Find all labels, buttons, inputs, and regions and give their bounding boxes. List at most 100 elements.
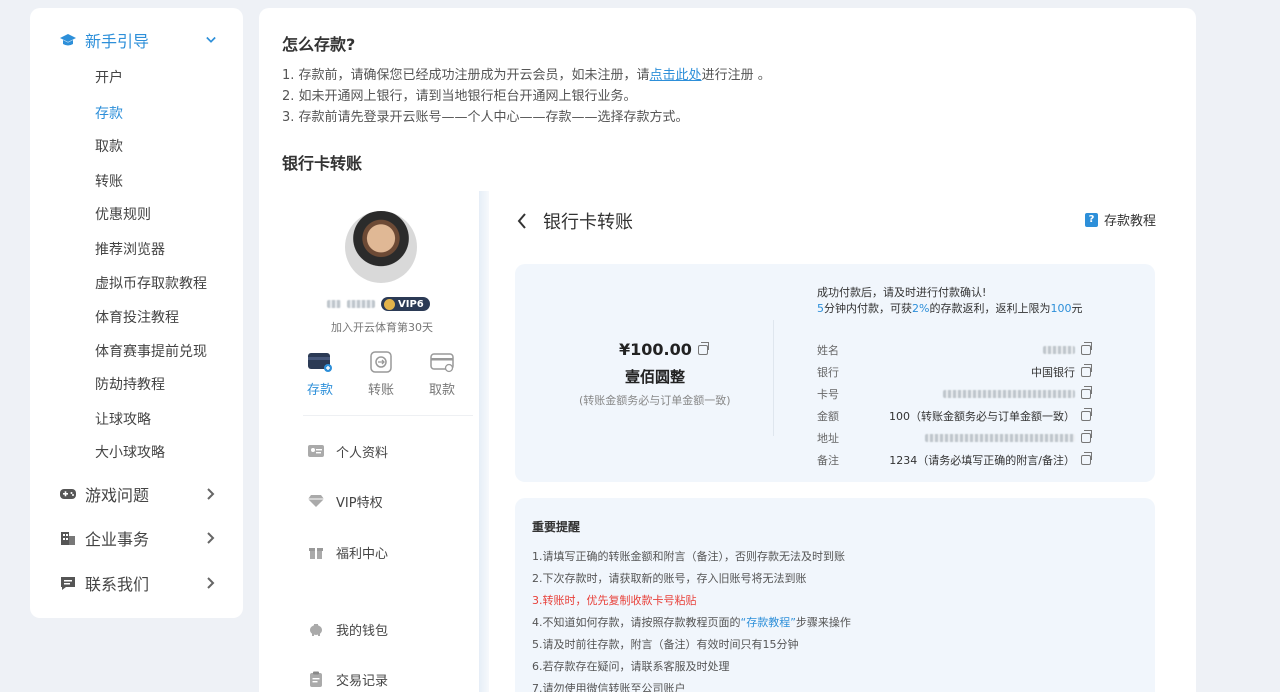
nav-group-label: 企业事务 (85, 530, 150, 549)
question-icon: ? (1085, 212, 1098, 227)
field-name: 姓名 (817, 342, 1092, 358)
reminder-item: 4.不知道如何存款，请按照存款教程页面的“存款教程”步骤来操作 (532, 614, 851, 630)
nav-group-label: 联系我们 (85, 575, 150, 594)
amount-value: ¥100.00 (619, 340, 692, 359)
step-text: 1. 存款前，请确保您已经成功注册成为开云会员，如未注册，请 (282, 68, 650, 83)
field-address: 地址 (817, 430, 1092, 446)
nav-group-contact[interactable]: 联系我们 (58, 568, 216, 598)
field-remark: 备注 1234（请务必填写正确的附言/备注） (817, 452, 1092, 468)
sidebar-item-promo-rules[interactable]: 优惠规则 (95, 205, 151, 225)
copy-icon[interactable] (697, 341, 709, 355)
copy-icon[interactable] (1081, 386, 1092, 399)
quick-action-label: 存款 (306, 383, 333, 398)
copy-icon[interactable] (1081, 452, 1092, 465)
nav-group-beginner-guide[interactable]: 新手引导 (58, 25, 216, 55)
menu-item-profile[interactable]: 个人资料 (307, 441, 388, 461)
step-text: 进行注册 。 (701, 68, 771, 83)
masked-username (347, 300, 375, 308)
rebate-text: 分钟内付款，可获 (824, 302, 912, 315)
rebate-text: 的存款返利，返利上限为 (929, 302, 1051, 315)
chevron-right-icon (206, 488, 216, 500)
sidebar-item-cash-out[interactable]: 体育赛事提前兑现 (95, 342, 207, 362)
masked-value (1043, 345, 1075, 354)
field-value (867, 344, 1075, 357)
rebate-notice: 5分钟内付款，可获2%的存款返利，返利上限为100元 (817, 300, 1082, 316)
quick-action-withdraw[interactable]: 取款 (422, 351, 462, 398)
field-amount: 金额 100（转账金额务必与订单金额一致） (817, 408, 1092, 424)
reminder-item: 1.请填写正确的转账金额和附言（备注），否则存款无法及时到账 (532, 550, 845, 563)
register-link[interactable]: 点击此处 (650, 68, 702, 83)
instruction-step-3: 3. 存款前请先登录开云账号——个人中心——存款——选择存款方式。 (282, 110, 689, 125)
panel-shadow (479, 191, 489, 692)
sidebar-item-withdraw[interactable]: 取款 (95, 137, 123, 157)
masked-value (925, 433, 1075, 442)
sidebar-item-deposit[interactable]: 存款 (95, 104, 123, 124)
sidebar-item-over-under[interactable]: 大小球攻略 (95, 443, 165, 463)
main-content: 怎么存款? 1. 存款前，请确保您已经成功注册成为开云会员，如未注册，请点击此处… (259, 8, 1196, 692)
copy-icon[interactable] (1081, 342, 1092, 355)
wallet-deposit-icon (307, 351, 333, 373)
sidebar-item-anti-hijack[interactable]: 防劫持教程 (95, 375, 165, 395)
menu-item-vip[interactable]: VIP特权 (307, 491, 383, 511)
field-value (867, 388, 1075, 401)
page-title: 怎么存款? (282, 35, 356, 54)
sidebar-item-crypto-tutorial[interactable]: 虚拟币存取款教程 (95, 274, 207, 294)
clipboard-icon (307, 671, 325, 687)
reminder-item-warning: 3.转账时，优先复制收款卡号粘贴 (532, 594, 697, 607)
sidebar-item-open-account[interactable]: 开户 (95, 68, 123, 88)
field-value: 中国银行 (1031, 366, 1075, 379)
reminders-title: 重要提醒 (532, 520, 581, 534)
copy-icon[interactable] (1081, 408, 1092, 421)
quick-action-deposit[interactable]: 存款 (300, 351, 340, 398)
quick-action-transfer[interactable]: 转账 (361, 351, 401, 398)
vip-crown-icon (384, 298, 395, 310)
reminder-item: 7.请勿使用微信转账至公司账户 (532, 682, 686, 692)
menu-item-transactions[interactable]: 交易记录 (307, 669, 388, 689)
transfer-icon (368, 351, 394, 373)
back-button[interactable]: 银行卡转账 (517, 208, 633, 234)
field-key: 备注 (817, 454, 839, 467)
nav-group-business[interactable]: 企业事务 (58, 523, 216, 553)
sidebar-item-handicap[interactable]: 让球攻略 (95, 410, 151, 430)
menu-item-label: 我的钱包 (336, 623, 389, 639)
nav-group-game-issues[interactable]: 游戏问题 (58, 479, 216, 509)
menu-item-benefits[interactable]: 福利中心 (307, 542, 388, 562)
username-row: VIP6 (327, 297, 430, 311)
copy-icon[interactable] (1081, 364, 1092, 377)
reminder-text: 步骤来操作 (795, 616, 851, 629)
piggy-bank-icon (307, 621, 325, 637)
field-card-number: 卡号 (817, 386, 1092, 402)
rebate-minutes: 5 (817, 302, 824, 315)
amount-row: ¥100.00 (619, 340, 709, 359)
field-key: 银行 (817, 366, 839, 379)
sidebar-item-sports-betting[interactable]: 体育投注教程 (95, 308, 179, 328)
field-value: 1234（请务必填写正确的附言/备注） (889, 454, 1075, 467)
gamepad-icon (58, 486, 78, 502)
membership-days: 加入开云体育第30天 (331, 321, 433, 334)
help-sidebar: 新手引导 开户 存款 取款 转账 优惠规则 推荐浏览器 虚拟币存取款教程 体育投… (30, 8, 243, 618)
menu-item-wallet[interactable]: 我的钱包 (307, 619, 388, 639)
field-value: 100（转账金额务必与订单金额一致） (889, 410, 1075, 423)
tutorial-link[interactable]: ? 存款教程 (1085, 210, 1156, 229)
tutorial-label: 存款教程 (1104, 214, 1157, 229)
copy-icon[interactable] (1081, 430, 1092, 443)
reminder-item: 5.请及时前往存款，附言（备注）有效时间只有15分钟 (532, 638, 799, 651)
payment-details-card: ¥100.00 壹佰圆整 (转账金额务必与订单金额一致) 成功付款后，请及时进行… (515, 264, 1155, 482)
rebate-cap: 100 (1050, 302, 1072, 315)
section-title: 银行卡转账 (282, 154, 363, 173)
vip-badge: VIP6 (381, 297, 430, 311)
reminder-item: 6.若存款存在疑问，请联系客服及时处理 (532, 660, 730, 673)
vip-label: VIP6 (398, 298, 424, 310)
field-key: 地址 (817, 432, 839, 445)
sidebar-item-browsers[interactable]: 推荐浏览器 (95, 240, 165, 260)
field-key: 姓名 (817, 344, 839, 357)
tutorial-inline-link[interactable]: “存款教程” (741, 616, 796, 629)
rebate-percent: 2% (912, 302, 930, 315)
sidebar-item-transfer[interactable]: 转账 (95, 172, 123, 192)
field-bank: 银行 中国银行 (817, 364, 1092, 380)
building-icon (58, 530, 78, 546)
field-value (867, 432, 1075, 445)
divider (303, 415, 473, 416)
reminder-text: 4.不知道如何存款，请按照存款教程页面的 (532, 616, 741, 629)
quick-action-label: 取款 (428, 383, 455, 398)
